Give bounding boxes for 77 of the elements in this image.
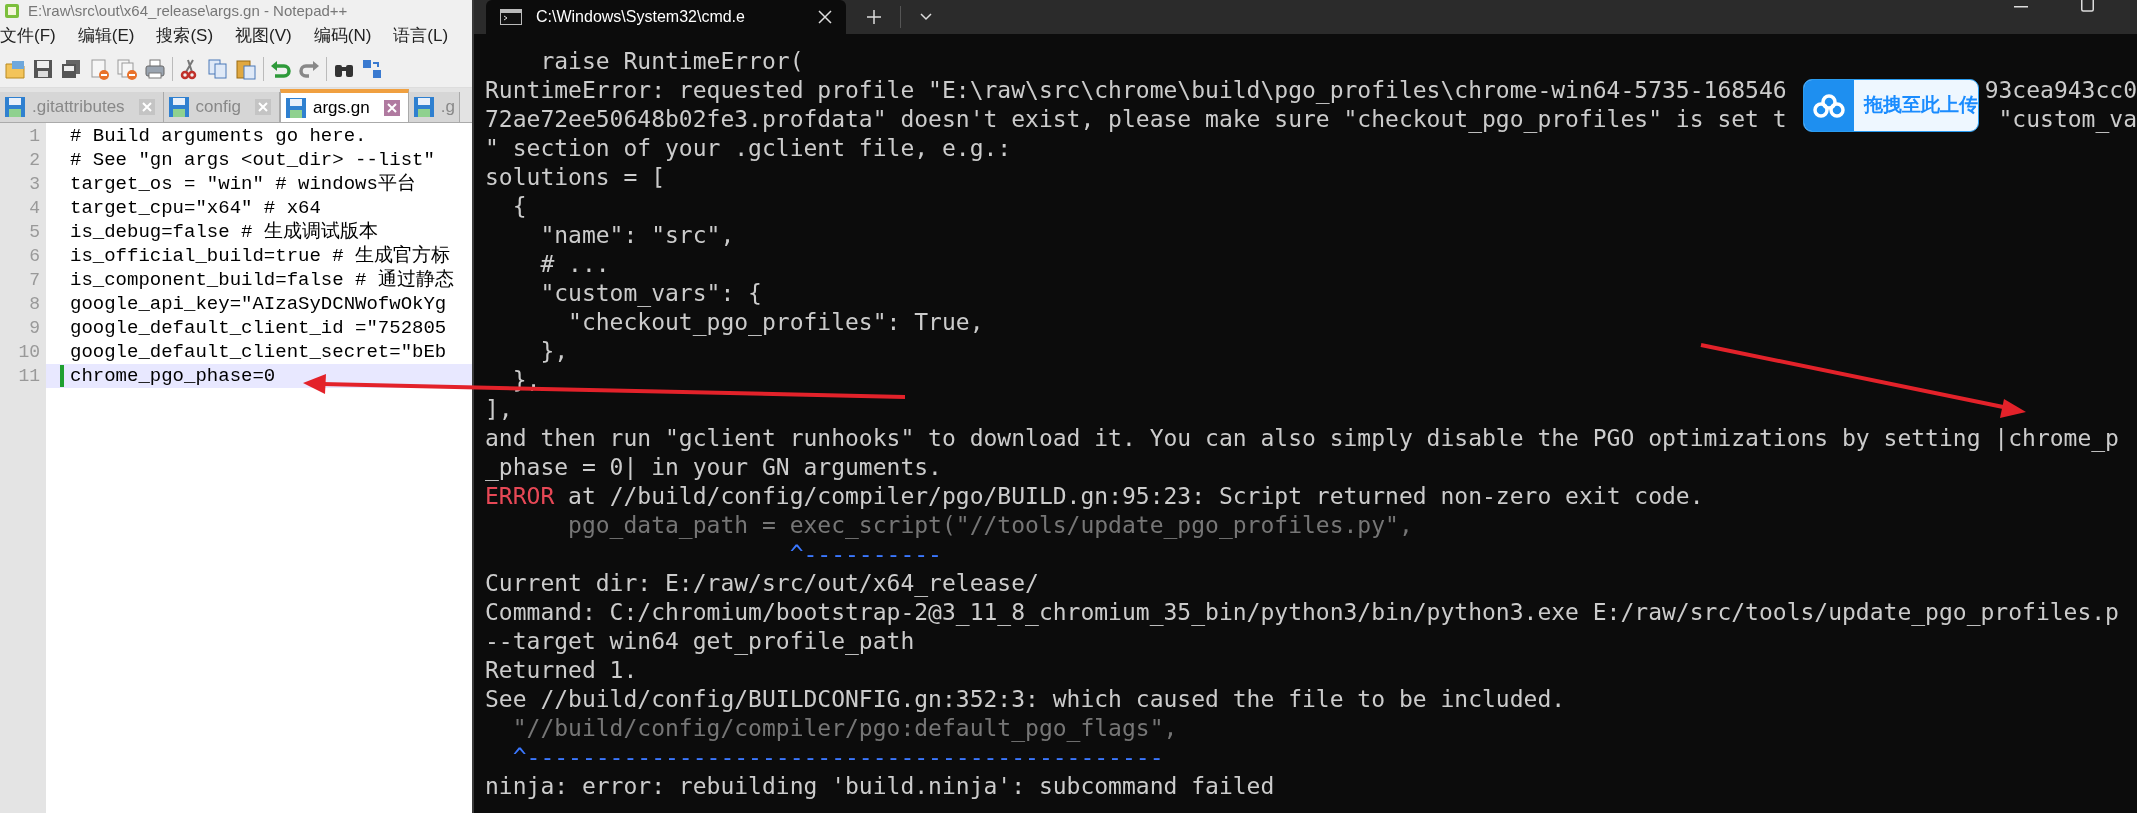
code-line: is_component_build=false # 通过静态	[70, 267, 454, 293]
save-icon[interactable]	[32, 57, 54, 80]
menu-item[interactable]: 语言(L)	[393, 23, 449, 49]
close-icon[interactable]	[818, 10, 832, 24]
file-tab[interactable]: args.gn	[280, 89, 409, 122]
terminal-line: Command: C:/chromium/bootstrap-2@3_11_8_chromium_35_bin/python3/bin/python3.exe E:/raw/src/tools/update_pgo_profiles.p	[485, 598, 2119, 627]
terminal-line: and then run "gclient runhooks" to download it. You can also simply disable the PGO optimizations by setting |chrome_p	[485, 424, 2119, 453]
line-number: 5	[29, 222, 40, 242]
line-number: 10	[18, 342, 40, 362]
terminal-line: },	[539, 337, 569, 366]
code-line: is_official_build=true # 生成官方标	[70, 243, 451, 269]
terminal-line: "checkout_pgo_profiles": True,	[567, 308, 984, 337]
terminal-line: pgo_data_path = exec_script("//tools/update_pgo_profiles.py",	[567, 511, 1413, 540]
line-number: 9	[29, 318, 40, 338]
code-line: google_default_client_id ="752805	[70, 315, 447, 341]
change-marker	[60, 365, 64, 387]
terminal-line: ],	[485, 395, 513, 424]
terminal-line: ERROR at //build/config/compiler/pgo/BUILD.gn:95:23: Script returned non-zero exit code.	[485, 482, 1704, 511]
code-line: chrome_pgo_phase=0	[70, 363, 276, 389]
line-number: 3	[29, 174, 40, 194]
menu-item[interactable]: 视图(V)	[235, 23, 292, 49]
code-line: is_debug=false # 生成调试版本	[70, 219, 378, 245]
line-number: 1	[29, 126, 40, 146]
terminal-line: 72ae72ee50648b02fe3.profdata" doesn't exist, please make sure "checkout_pgo_profiles" is set t	[485, 105, 1787, 134]
terminal-line: raise RuntimeError(	[539, 47, 804, 76]
cloud-icon	[1813, 93, 1845, 118]
line-number: 11	[18, 366, 40, 386]
code-line: google_default_client_secret="bEb	[70, 339, 447, 365]
menu-item[interactable]: 文件(F)	[0, 23, 56, 49]
app-icon	[4, 3, 20, 19]
menu-item[interactable]: 搜索(S)	[156, 23, 214, 49]
close-file-icon[interactable]	[88, 57, 110, 80]
terminal-line: # ...	[539, 250, 610, 279]
window-title: E:\raw\src\out\x64_release\args.gn - Notepad++	[28, 0, 348, 21]
minimize-icon[interactable]	[2014, 6, 2028, 8]
terminal-line: --target win64 get_profile_path	[485, 627, 915, 656]
terminal-line: "custom_va	[1998, 105, 2137, 134]
terminal-line: RuntimeError: requested profile "E:\raw\src\chrome\build\pgo_profiles\chrome-win64-5735-168546	[485, 76, 1787, 105]
maximize-icon[interactable]	[2081, 0, 2094, 12]
line-number: 6	[29, 246, 40, 266]
new-tab-icon[interactable]	[866, 9, 882, 25]
terminal-line: ninja: error: rebuilding 'build.ninja': subcommand failed	[485, 772, 1275, 801]
terminal-line: "//build/config/compiler/pgo:default_pgo_flags",	[511, 714, 1178, 743]
line-number: 4	[29, 198, 40, 218]
copy-icon[interactable]	[207, 57, 229, 80]
terminal-line: Returned 1.	[485, 656, 638, 685]
line-number: 8	[29, 294, 40, 314]
terminal-line: ^----------	[788, 540, 942, 569]
dropdown-icon[interactable]	[919, 12, 933, 22]
terminal-line: "custom_vars": {	[539, 279, 762, 308]
menu-item[interactable]: 编码(N)	[313, 23, 372, 49]
save-all-icon[interactable]	[60, 57, 82, 80]
close-all-icon[interactable]	[116, 57, 138, 80]
replace-icon[interactable]	[361, 57, 383, 80]
line-number: 7	[29, 270, 40, 290]
menu-item[interactable]: 编辑(E)	[77, 23, 135, 49]
terminal-line: " section of your .gclient file, e.g.:	[485, 134, 1012, 163]
code-line: # See "gn args <out_dir> --list"	[70, 147, 435, 173]
terminal-line: Current dir: E:/raw/src/out/x64_release/	[485, 569, 1039, 598]
close-tab-button[interactable]	[255, 99, 271, 115]
terminal-line: "name": "src",	[539, 221, 735, 250]
terminal-icon	[500, 9, 522, 25]
terminal-line: {	[511, 192, 527, 221]
code-line: target_cpu="x64" # x64	[70, 195, 321, 221]
code-line: google_api_key="AIzaSyDCNWofwOkYg	[70, 291, 447, 317]
line-number: 2	[29, 150, 40, 170]
code-line: target_os = "win" # windows平台	[70, 171, 416, 197]
terminal-line: 93cea943cc0	[1984, 76, 2137, 105]
terminal-line: _phase = 0| in your GN arguments.	[485, 453, 942, 482]
terminal-line: solutions = [	[485, 163, 665, 192]
close-tab-button[interactable]	[383, 99, 400, 116]
code-line: # Build arguments go here.	[70, 123, 367, 149]
print-icon[interactable]	[144, 57, 166, 80]
terminal-line: See //build/config/BUILDCONFIG.gn:352:3: which caused the file to be included.	[485, 685, 1566, 714]
paste-icon[interactable]	[235, 57, 257, 80]
close-tab-button[interactable]	[138, 99, 155, 115]
terminal-line: ^----------------------------------------------	[511, 743, 1164, 772]
